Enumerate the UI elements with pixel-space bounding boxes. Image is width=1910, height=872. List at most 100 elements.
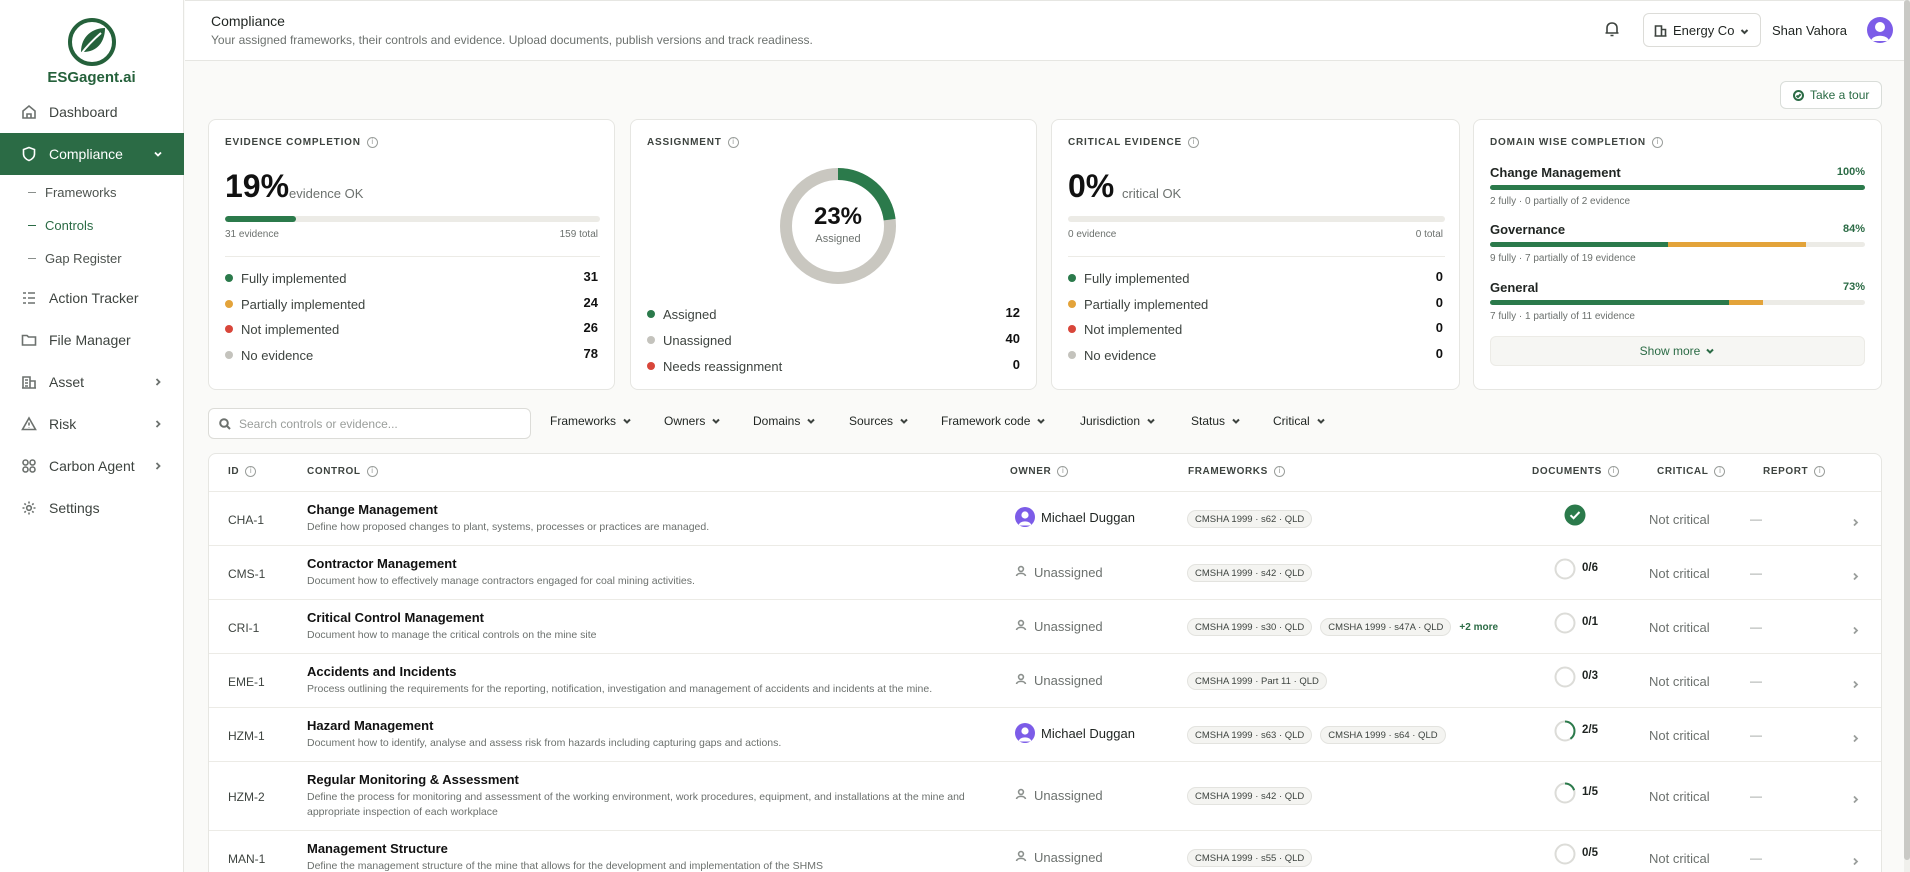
info-icon[interactable] <box>1814 466 1826 477</box>
owner-cell[interactable]: Unassigned <box>1015 619 1103 634</box>
column-header-report[interactable]: REPORT <box>1763 466 1826 477</box>
owner-cell[interactable]: Unassigned <box>1015 850 1103 865</box>
info-icon[interactable] <box>366 137 378 148</box>
organization-select[interactable]: Energy Co <box>1643 13 1761 47</box>
show-more-button[interactable]: Show more <box>1490 336 1865 366</box>
framework-chip[interactable]: CMSHA 1999 · s62 · QLD <box>1187 510 1313 528</box>
control-name[interactable]: Hazard Management <box>307 718 433 733</box>
column-header-control[interactable]: CONTROL <box>307 466 378 477</box>
user-name[interactable]: Shan Vahora <box>1772 23 1847 38</box>
info-icon[interactable] <box>1607 466 1619 477</box>
framework-chip[interactable]: CMSHA 1999 · s64 · QLD <box>1320 726 1446 744</box>
framework-chip[interactable]: CMSHA 1999 · s63 · QLD <box>1187 726 1313 744</box>
framework-chip[interactable]: CMSHA 1999 · s55 · QLD <box>1187 849 1313 867</box>
sidebar-item-label: Action Tracker <box>49 290 139 306</box>
table-row[interactable]: CHA-1 Change Management Define how propo… <box>209 492 1881 546</box>
filter-frameworks[interactable]: Frameworks <box>550 414 632 428</box>
sidebar-item-action-tracker[interactable]: Action Tracker <box>0 277 184 319</box>
info-icon[interactable] <box>1187 137 1199 148</box>
page-scrollbar[interactable] <box>1904 0 1910 872</box>
more-frameworks-link[interactable]: +2 more <box>1459 622 1498 633</box>
column-header-id[interactable]: ID <box>228 466 257 477</box>
info-icon[interactable] <box>1651 137 1663 148</box>
document-progress-ring <box>1554 782 1576 804</box>
bell-icon[interactable] <box>1603 20 1623 40</box>
legend-value: 0 <box>1012 357 1020 372</box>
framework-list: CMSHA 1999 · s42 · QLD <box>1187 787 1320 805</box>
column-header-documents[interactable]: DOCUMENTS <box>1532 466 1619 477</box>
control-description: Define how proposed changes to plant, sy… <box>307 521 710 533</box>
table-row[interactable]: HZM-1 Hazard Management Document how to … <box>209 708 1881 762</box>
top-header: Compliance Your assigned frameworks, the… <box>185 0 1910 61</box>
sidebar-item-asset[interactable]: Asset <box>0 361 184 403</box>
framework-chip[interactable]: CMSHA 1999 · s30 · QLD <box>1187 618 1313 636</box>
user-avatar[interactable] <box>1867 17 1893 43</box>
filter-critical[interactable]: Critical <box>1273 414 1326 428</box>
owner-cell[interactable]: Unassigned <box>1015 673 1103 688</box>
table-row[interactable]: CMS-1 Contractor Management Document how… <box>209 546 1881 600</box>
info-icon[interactable] <box>1057 466 1069 477</box>
chevron-right-icon[interactable] <box>1851 730 1861 743</box>
chevron-right-icon[interactable] <box>1851 791 1861 804</box>
take-a-tour-button[interactable]: Take a tour <box>1780 81 1882 109</box>
scrollbar-thumb[interactable] <box>1904 0 1910 860</box>
table-row[interactable]: CRI-1 Critical Control Management Docume… <box>209 600 1881 654</box>
filter-owners[interactable]: Owners <box>664 414 721 428</box>
sidebar-item-dashboard[interactable]: Dashboard <box>0 91 184 133</box>
chevron-right-icon <box>152 375 164 387</box>
legend-label: Fully implemented <box>241 270 347 286</box>
column-header-critical[interactable]: CRITICAL <box>1657 466 1726 477</box>
info-icon[interactable] <box>245 466 257 477</box>
control-name[interactable]: Contractor Management <box>307 556 457 571</box>
control-name[interactable]: Management Structure <box>307 841 448 856</box>
search-input[interactable] <box>239 416 519 431</box>
person-icon <box>1015 619 1034 634</box>
info-icon[interactable] <box>366 466 378 477</box>
sidebar-item-settings[interactable]: Settings <box>0 487 184 529</box>
sidebar-item-file-manager[interactable]: File Manager <box>0 319 184 361</box>
control-name[interactable]: Accidents and Incidents <box>307 664 457 679</box>
page-title: Compliance <box>211 13 285 29</box>
sidebar-sub-item-controls[interactable]: Controls <box>0 210 184 240</box>
filter-sources[interactable]: Sources <box>849 414 909 428</box>
control-name[interactable]: Critical Control Management <box>307 610 484 625</box>
chevron-right-icon[interactable] <box>1851 514 1861 527</box>
table-row[interactable]: MAN-1 Management Structure Define the ma… <box>209 831 1881 872</box>
filter-domains[interactable]: Domains <box>753 414 816 428</box>
table-row[interactable]: EME-1 Accidents and Incidents Process ou… <box>209 654 1881 708</box>
sidebar-item-carbon-agent[interactable]: Carbon Agent <box>0 445 184 487</box>
report-status: — <box>1750 789 1762 803</box>
framework-list: CMSHA 1999 · s62 · QLD <box>1187 510 1320 528</box>
sidebar-sub-item-gap-register[interactable]: Gap Register <box>0 243 184 273</box>
owner-cell[interactable]: Michael Duggan <box>1015 723 1135 743</box>
info-icon[interactable] <box>727 137 739 148</box>
legend-value: 12 <box>1005 305 1020 320</box>
owner-cell[interactable]: Unassigned <box>1015 788 1103 803</box>
column-header-owner[interactable]: OWNER <box>1010 466 1069 477</box>
framework-chip[interactable]: CMSHA 1999 · s42 · QLD <box>1187 787 1313 805</box>
domain-partial-fill <box>1667 242 1806 247</box>
owner-name: Unassigned <box>1034 565 1103 580</box>
sidebar-item-compliance[interactable]: Compliance <box>0 133 184 175</box>
sidebar-item-risk[interactable]: Risk <box>0 403 184 445</box>
control-name[interactable]: Change Management <box>307 502 438 517</box>
info-icon[interactable] <box>1273 466 1285 477</box>
chevron-right-icon[interactable] <box>1851 622 1861 635</box>
framework-chip[interactable]: CMSHA 1999 · s42 · QLD <box>1187 564 1313 582</box>
info-icon[interactable] <box>1714 466 1726 477</box>
filter-jurisdiction[interactable]: Jurisdiction <box>1080 414 1156 428</box>
column-header-frameworks[interactable]: FRAMEWORKS <box>1188 466 1285 477</box>
framework-list: CMSHA 1999 · s63 · QLD CMSHA 1999 · s64 … <box>1187 726 1454 744</box>
owner-cell[interactable]: Unassigned <box>1015 565 1103 580</box>
framework-chip[interactable]: CMSHA 1999 · Part 11 · QLD <box>1187 672 1327 690</box>
chevron-right-icon[interactable] <box>1851 568 1861 581</box>
filter-framework-code[interactable]: Framework code <box>941 414 1046 428</box>
filter-status[interactable]: Status <box>1191 414 1241 428</box>
owner-cell[interactable]: Michael Duggan <box>1015 507 1135 527</box>
chevron-right-icon[interactable] <box>1851 676 1861 689</box>
sidebar-sub-item-frameworks[interactable]: Frameworks <box>0 177 184 207</box>
table-row[interactable]: HZM-2 Regular Monitoring & Assessment De… <box>209 762 1881 831</box>
chevron-right-icon[interactable] <box>1851 853 1861 866</box>
control-name[interactable]: Regular Monitoring & Assessment <box>307 772 519 787</box>
framework-chip[interactable]: CMSHA 1999 · s47A · QLD <box>1320 618 1452 636</box>
